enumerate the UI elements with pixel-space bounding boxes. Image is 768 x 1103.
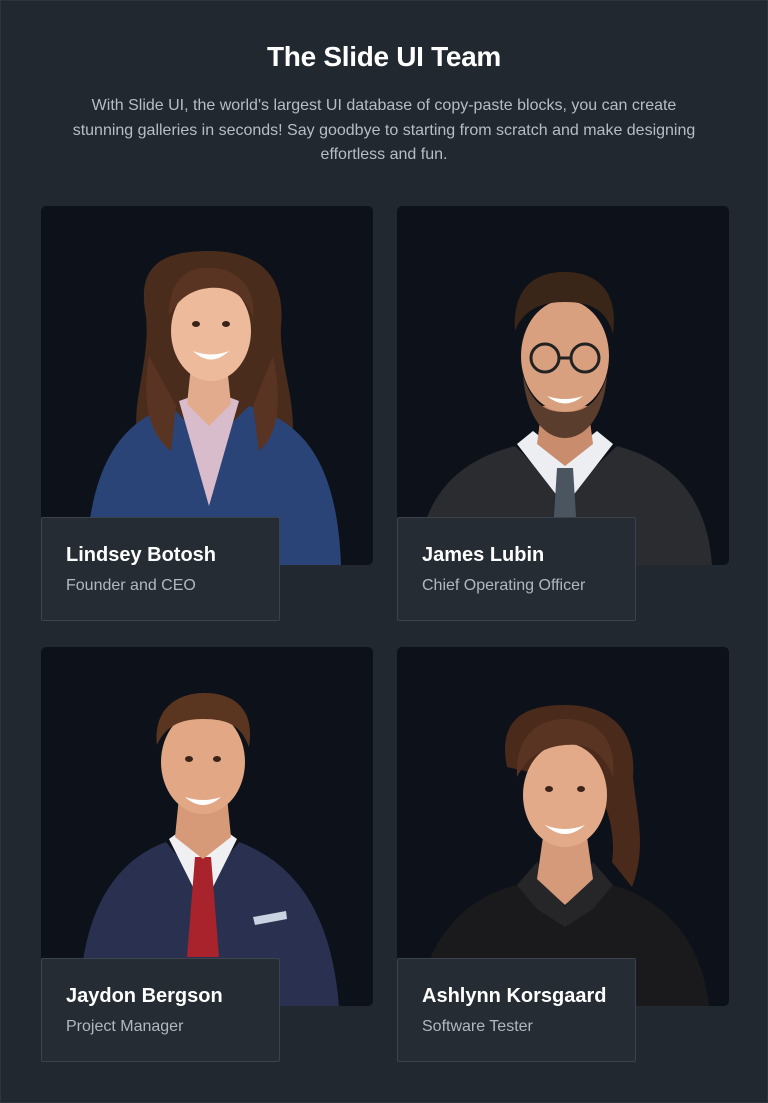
team-member-name: James Lubin <box>422 544 545 566</box>
team-member-card: James Lubin Chief Operating Officer <box>397 206 729 621</box>
team-member-name: Jaydon Bergson <box>66 985 223 1007</box>
team-member-role: Project Manager <box>66 1018 184 1035</box>
team-member-photo <box>397 206 729 565</box>
page-description: With Slide UI, the world's largest UI da… <box>72 97 696 163</box>
portrait-man-glasses <box>417 271 712 565</box>
team-member-label: James Lubin Chief Operating Officer <box>397 517 636 621</box>
portrait-woman-blazer <box>86 251 341 565</box>
team-member-photo <box>41 647 373 1006</box>
team-member-card: Lindsey Botosh Founder and CEO <box>41 206 373 621</box>
portrait-man-red-tie <box>79 692 339 1006</box>
team-section: The Slide UI Team With Slide UI, the wor… <box>0 0 768 1103</box>
team-member-role: Software Tester <box>422 1018 533 1035</box>
team-member-label: Lindsey Botosh Founder and CEO <box>41 517 280 621</box>
team-member-role: Founder and CEO <box>66 577 196 594</box>
team-member-label: Jaydon Bergson Project Manager <box>41 958 280 1062</box>
team-member-card: Jaydon Bergson Project Manager <box>41 647 373 1062</box>
team-member-role: Chief Operating Officer <box>422 577 586 594</box>
team-member-name: Ashlynn Korsgaard <box>422 985 607 1007</box>
team-member-photo <box>397 647 729 1006</box>
team-member-photo <box>41 206 373 565</box>
team-member-name: Lindsey Botosh <box>66 544 217 566</box>
team-member-card: Ashlynn Korsgaard Software Tester <box>397 647 729 1062</box>
team-member-label: Ashlynn Korsgaard Software Tester <box>397 958 636 1062</box>
page-title: The Slide UI Team <box>267 41 501 72</box>
portrait-woman-black-shirt <box>419 705 709 1006</box>
